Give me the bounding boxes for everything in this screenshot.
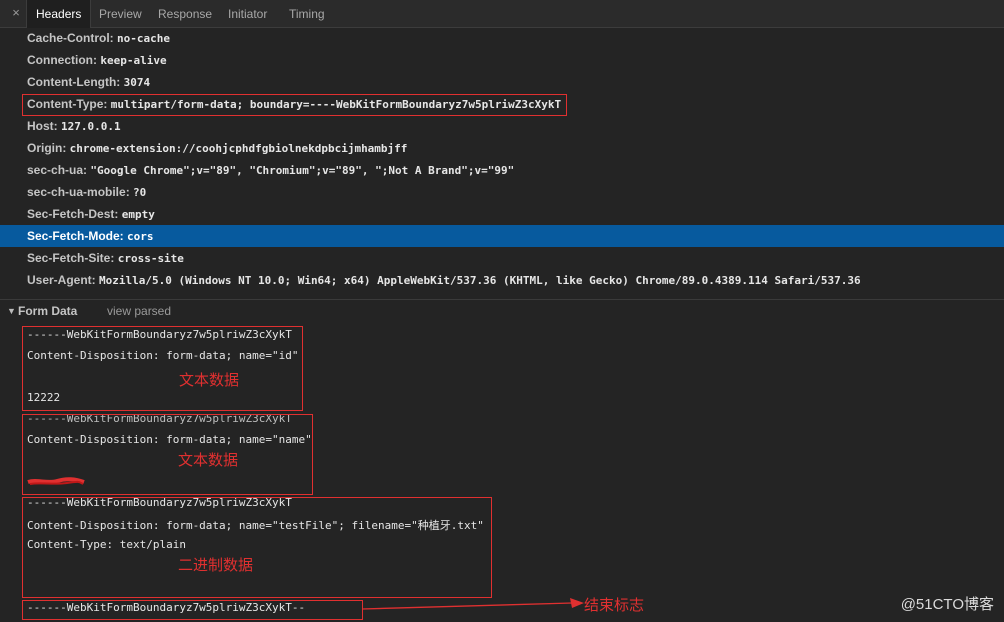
header-row-sec-ch-ua-mobile[interactable]: sec-ch-ua-mobile: ?0 <box>0 181 1004 203</box>
annotation-end-marker: 结束标志 <box>584 596 645 614</box>
triangle-down-icon[interactable]: ▼ <box>7 300 16 322</box>
view-parsed-link[interactable]: view parsed <box>107 300 171 322</box>
header-row-user-agent[interactable]: User-Agent: Mozilla/5.0 (Windows NT 10.0… <box>0 269 1004 291</box>
header-value: 3074 <box>123 76 151 89</box>
form-boundary-line: ------WebKitFormBoundaryz7w5plriwZ3cXykT <box>27 496 292 509</box>
arrow-icon <box>361 598 584 610</box>
header-row-sec-fetch-site[interactable]: Sec-Fetch-Site: cross-site <box>0 247 1004 269</box>
header-row-cache-control[interactable]: Cache-Control: no-cache <box>0 27 1004 49</box>
tab-response[interactable]: Response <box>158 0 212 28</box>
form-disposition-name: Content-Disposition: form-data; name="na… <box>27 433 312 446</box>
header-row-sec-ch-ua[interactable]: sec-ch-ua: "Google Chrome";v="89", "Chro… <box>0 159 1004 181</box>
header-row-content-type[interactable]: Content-Type: multipart/form-data; bound… <box>0 93 1004 115</box>
close-icon[interactable]: × <box>9 6 23 20</box>
header-key: Sec-Fetch-Dest: empty <box>27 207 155 221</box>
header-value: cross-site <box>117 252 184 265</box>
form-data-section-header[interactable]: ▼ Form Data view parsed <box>0 299 1004 322</box>
header-row-sec-fetch-mode-selected[interactable]: Sec-Fetch-Mode: cors <box>0 225 1004 247</box>
header-row-connection[interactable]: Connection: keep-alive <box>0 49 1004 71</box>
header-key: sec-ch-ua: "Google Chrome";v="89", "Chro… <box>27 163 515 177</box>
header-value: no-cache <box>117 32 170 45</box>
header-value: "Google Chrome";v="89", "Chromium";v="89… <box>90 164 515 177</box>
header-value: cors <box>127 230 154 243</box>
form-disposition-id: Content-Disposition: form-data; name="id… <box>27 349 299 362</box>
header-key: Content-Length: 3074 <box>27 75 151 89</box>
header-row-sec-fetch-dest[interactable]: Sec-Fetch-Dest: empty <box>0 203 1004 225</box>
tab-timing[interactable]: Timing <box>289 0 325 28</box>
watermark: @51CTO博客 <box>900 596 994 613</box>
form-boundary-line: ------WebKitFormBoundaryz7w5plriwZ3cXykT <box>27 412 292 425</box>
form-boundary-line: ------WebKitFormBoundaryz7w5plriwZ3cXykT <box>27 328 292 341</box>
tab-headers[interactable]: Headers <box>26 0 92 28</box>
header-value: ?0 <box>133 186 147 199</box>
annotation-binary-data: 二进制数据 <box>178 556 254 574</box>
form-disposition-file: Content-Disposition: form-data; name="te… <box>27 519 484 532</box>
header-key: Sec-Fetch-Mode: cors <box>27 229 154 243</box>
form-boundary-end-line: ------WebKitFormBoundaryz7w5plriwZ3cXykT… <box>27 601 306 614</box>
form-value-id: 12222 <box>27 391 61 404</box>
tab-initiator[interactable]: Initiator <box>228 0 267 28</box>
header-value: 127.0.0.1 <box>61 120 121 133</box>
form-data-title: Form Data <box>18 304 78 318</box>
header-value: multipart/form-data; boundary=----WebKit… <box>110 98 562 111</box>
header-value: Mozilla/5.0 (Windows NT 10.0; Win64; x64… <box>99 274 861 287</box>
annotation-text-data: 文本数据 <box>178 451 239 469</box>
header-value: empty <box>121 208 155 221</box>
tab-preview[interactable]: Preview <box>99 0 142 28</box>
header-value: chrome-extension://coohjcphdfgbiolnekdpb… <box>69 142 408 155</box>
header-row-origin[interactable]: Origin: chrome-extension://coohjcphdfgbi… <box>0 137 1004 159</box>
header-value: keep-alive <box>100 54 167 67</box>
header-key: Content-Type: multipart/form-data; bound… <box>27 97 562 111</box>
header-key: Origin: chrome-extension://coohjcphdfgbi… <box>27 141 408 155</box>
form-content-type-file: Content-Type: text/plain <box>27 538 186 551</box>
header-key: Host: 127.0.0.1 <box>27 119 121 133</box>
devtools-tab-bar: × Headers Preview Response Initiator Tim… <box>0 0 1004 28</box>
header-row-content-length[interactable]: Content-Length: 3074 <box>0 71 1004 93</box>
header-key: User-Agent: Mozilla/5.0 (Windows NT 10.0… <box>27 273 861 287</box>
annotation-text-data: 文本数据 <box>179 371 240 389</box>
header-row-host[interactable]: Host: 127.0.0.1 <box>0 115 1004 137</box>
header-key: Connection: keep-alive <box>27 53 167 67</box>
header-key: Sec-Fetch-Site: cross-site <box>27 251 184 265</box>
header-key: sec-ch-ua-mobile: ?0 <box>27 185 147 199</box>
redacted-value-scribble <box>27 477 85 485</box>
header-key: Cache-Control: no-cache <box>27 31 170 45</box>
